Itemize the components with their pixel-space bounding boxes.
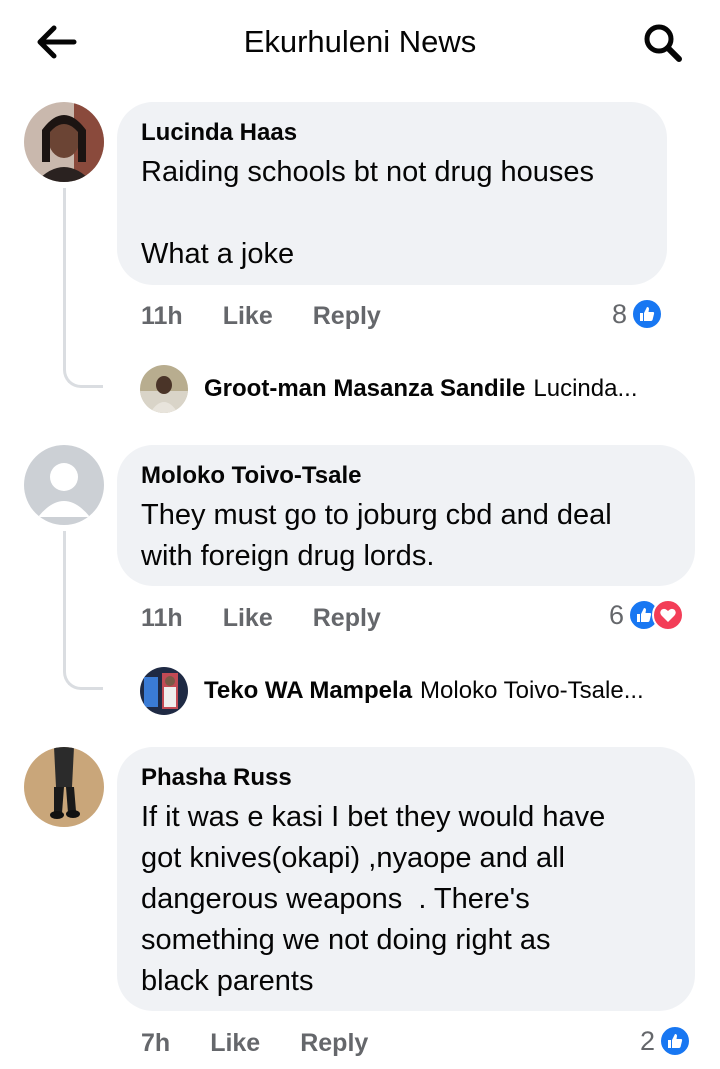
- comment-bubble[interactable]: Lucinda Haas Raiding schools bt not drug…: [117, 102, 667, 285]
- comment-text: If it was e kasi I bet they would have g…: [141, 801, 606, 997]
- like-button[interactable]: Like: [223, 604, 273, 633]
- reply-button[interactable]: Reply: [313, 302, 381, 331]
- comment-time[interactable]: 11h: [141, 604, 183, 633]
- reaction-count: 6: [609, 599, 625, 630]
- comment-actions: 11h Like Reply: [141, 296, 381, 336]
- comment-time[interactable]: 7h: [141, 1029, 170, 1058]
- comment-text: They must go to joburg cbd and deal with…: [141, 499, 612, 572]
- thread-line: [63, 531, 103, 690]
- comment-author[interactable]: Phasha Russ: [141, 763, 671, 793]
- reply-snippet: Lucinda...: [533, 375, 638, 402]
- reaction-count: 2: [640, 1025, 656, 1056]
- default-profile-icon: [24, 445, 104, 525]
- reply-avatar[interactable]: [140, 667, 188, 715]
- profile-photo: [24, 747, 104, 827]
- like-reaction-icon: [659, 1025, 692, 1057]
- comment-bubble[interactable]: Phasha Russ If it was e kasi I bet they …: [117, 747, 695, 1011]
- reply-preview[interactable]: Teko WA Mampela Moloko Toivo-Tsale...: [204, 667, 644, 715]
- comment-time[interactable]: 11h: [141, 302, 183, 331]
- like-reaction-icon: [631, 298, 664, 330]
- search-icon: [644, 24, 682, 62]
- profile-photo: [140, 365, 188, 413]
- comment-author[interactable]: Moloko Toivo-Tsale: [141, 461, 671, 491]
- comment-text: Raiding schools bt not drug houses What …: [141, 156, 595, 270]
- comment-bubble[interactable]: Moloko Toivo-Tsale They must go to jobur…: [117, 445, 695, 586]
- page-title: Ekurhuleni News: [243, 24, 477, 59]
- thread-line: [63, 188, 103, 388]
- app-header: Ekurhuleni News: [0, 0, 720, 86]
- reply-snippet: Moloko Toivo-Tsale...: [420, 677, 644, 704]
- reply-button[interactable]: Reply: [300, 1029, 368, 1058]
- like-button[interactable]: Like: [223, 302, 273, 331]
- reply-avatar[interactable]: [140, 365, 188, 413]
- profile-photo: [24, 102, 104, 182]
- reaction-summary[interactable]: 8: [612, 294, 664, 334]
- search-button[interactable]: [638, 20, 688, 66]
- reaction-count: 8: [612, 298, 628, 329]
- avatar[interactable]: [24, 445, 104, 525]
- reply-preview[interactable]: Groot-man Masanza Sandile Lucinda...: [204, 365, 637, 413]
- reaction-summary[interactable]: 2: [640, 1021, 692, 1061]
- reaction-summary[interactable]: 6: [609, 595, 685, 635]
- reply-author: Groot-man Masanza Sandile: [204, 375, 526, 402]
- love-reaction-icon: [652, 599, 685, 631]
- comment-actions: 7h Like Reply: [141, 1023, 368, 1063]
- like-button[interactable]: Like: [210, 1029, 260, 1058]
- profile-photo: [140, 667, 188, 715]
- reply-button[interactable]: Reply: [313, 604, 381, 633]
- avatar[interactable]: [24, 102, 104, 182]
- avatar[interactable]: [24, 747, 104, 827]
- reply-author: Teko WA Mampela: [204, 677, 413, 704]
- comment-actions: 11h Like Reply: [141, 598, 381, 638]
- comment-author[interactable]: Lucinda Haas: [141, 118, 643, 148]
